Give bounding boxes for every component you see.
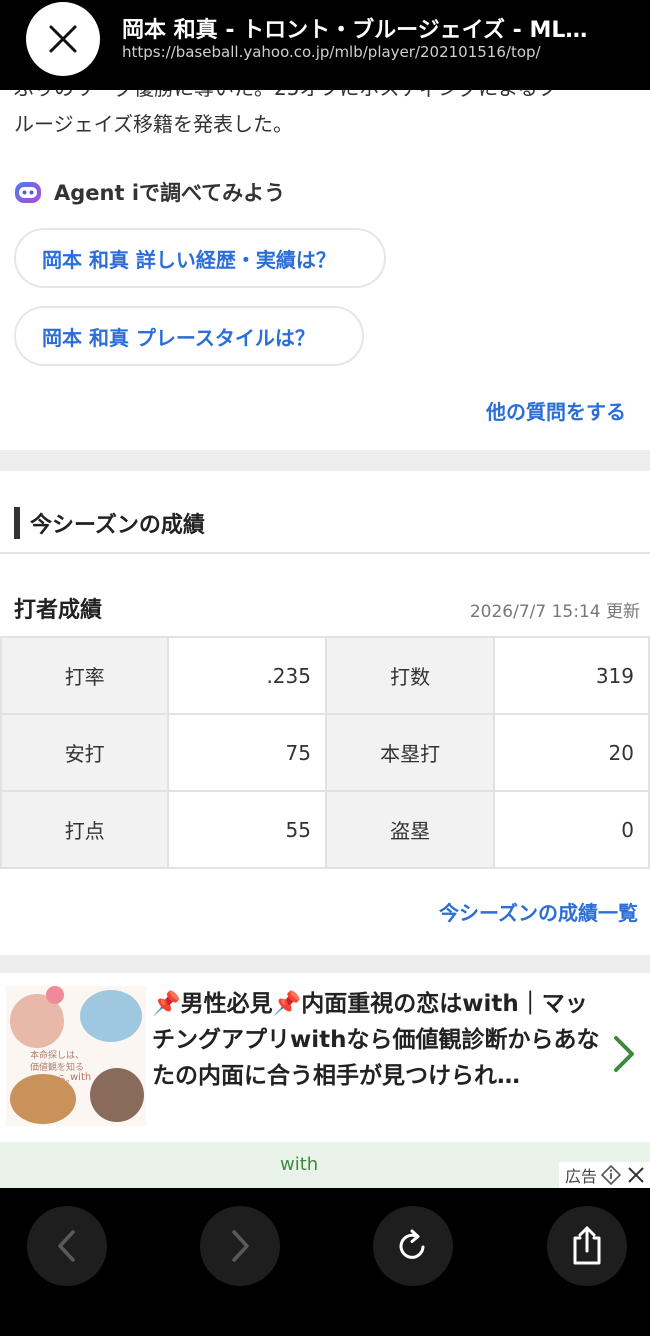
forward-arrow-icon (232, 1230, 249, 1262)
stat-value-hits: 75 (167, 713, 327, 792)
ad-image[interactable]: 本命探しは、価値観を知ることから。 with (6, 986, 146, 1126)
table-row: 打点 55 盗塁 0 (0, 790, 650, 869)
season-section-title: 今シーズンの成績 (30, 513, 205, 538)
heading-accent-bar (14, 507, 20, 539)
share-button[interactable] (547, 1206, 627, 1286)
agent-question-career[interactable]: 岡本 和真 詳しい経歴・実績は？ (14, 228, 386, 288)
back-button[interactable] (27, 1206, 107, 1286)
agent-robot-icon (15, 182, 41, 203)
chevron-right-icon[interactable] (610, 1034, 638, 1074)
browser-bottom-toolbar (0, 1188, 650, 1336)
forward-button[interactable] (200, 1206, 280, 1286)
reload-button[interactable] (373, 1206, 453, 1286)
close-icon[interactable] (626, 1165, 646, 1185)
stat-value-avg: .235 (167, 636, 327, 715)
more-questions-link[interactable]: 他の質問をする (486, 396, 626, 425)
updated-timestamp: 2026/7/7 15:14 更新 (469, 602, 640, 622)
stat-label-avg: 打率 (0, 636, 170, 715)
ad-label-text: 広告 (564, 1167, 597, 1186)
intro-text-line: ルージェイズ移籍を発表した。 (14, 112, 293, 136)
section-divider (0, 450, 650, 471)
table-row: 打率 .235 打数 319 (0, 636, 650, 715)
table-row: 安打 75 本塁打 20 (0, 713, 650, 792)
page-url: https://baseball.yahoo.co.jp/mlb/player/… (122, 43, 541, 61)
ad-label: 広告 (558, 1162, 650, 1188)
section-divider (0, 955, 650, 973)
batting-stats-title: 打者成績 (14, 598, 103, 623)
stat-value-at-bats: 319 (493, 636, 650, 715)
ad-photo-person (90, 1068, 144, 1122)
ad-brand-name: with (280, 1154, 319, 1175)
page-content: ぶりのリーグ優勝に導いた。25オフにポスティングによるブ ルージェイズ移籍を発表… (0, 0, 650, 1188)
batting-stats-table: 打率 .235 打数 319 安打 75 本塁打 20 打点 55 盗塁 0 (0, 636, 650, 869)
stat-value-home-runs: 20 (493, 713, 650, 792)
ad-photo-decoration (46, 986, 64, 1004)
ad-image-brand: with (70, 1072, 92, 1083)
stat-value-rbi: 55 (167, 790, 327, 869)
season-section-heading: 今シーズンの成績 (14, 506, 205, 540)
stat-label-stolen-bases: 盗塁 (324, 790, 496, 869)
browser-top-bar: 岡本 和真 - トロント・ブルージェイズ - ML… https://baseb… (0, 0, 650, 90)
stat-label-hits: 安打 (0, 713, 170, 792)
close-button[interactable] (26, 2, 100, 76)
back-arrow-icon (58, 1230, 75, 1262)
stat-label-at-bats: 打数 (324, 636, 496, 715)
agent-question-playstyle[interactable]: 岡本 和真 プレースタイルは？ (14, 306, 364, 366)
agent-heading: Agent iで調べてみよう (14, 174, 285, 210)
ad-brand-bar[interactable]: with (0, 1142, 650, 1188)
stat-label-rbi: 打点 (0, 790, 170, 869)
share-icon (573, 1226, 601, 1265)
stat-label-home-runs: 本塁打 (324, 713, 496, 792)
close-icon (49, 25, 77, 53)
page-title: 岡本 和真 - トロント・ブルージェイズ - ML… (122, 18, 588, 43)
heading-underline (0, 552, 650, 554)
reload-icon (399, 1229, 425, 1259)
ad-photo-person (10, 1074, 76, 1124)
info-icon[interactable] (600, 1164, 622, 1186)
stat-value-stolen-bases: 0 (493, 790, 650, 869)
ad-headline[interactable]: 📌男性必見📌内面重視の恋はwith｜マッチングアプリwithなら価値観診断からあ… (152, 986, 602, 1094)
agent-heading-label: Agent iで調べてみよう (54, 181, 286, 205)
season-stats-list-link[interactable]: 今シーズンの成績一覧 (439, 897, 638, 926)
ad-photo-person (80, 990, 142, 1042)
